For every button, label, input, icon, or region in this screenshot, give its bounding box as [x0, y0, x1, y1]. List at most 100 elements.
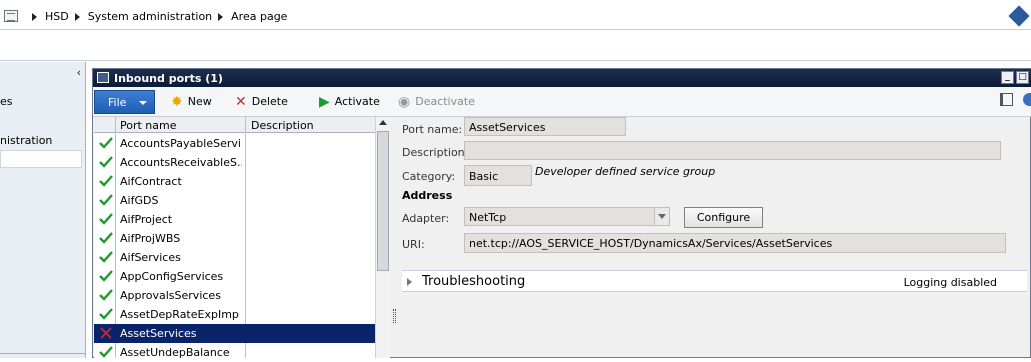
- form-titlebar: Inbound ports (1) _ □: [93, 69, 1031, 87]
- command-strip: [0, 30, 1031, 61]
- table-row[interactable]: AifGDS: [94, 191, 375, 210]
- grid-scrollbar[interactable]: [375, 117, 390, 358]
- menu-icon[interactable]: [4, 10, 18, 22]
- divider: [0, 353, 86, 354]
- breadcrumb-item-company[interactable]: HSD: [45, 10, 69, 23]
- table-row[interactable]: ApprovalsServices: [94, 286, 375, 305]
- category-field[interactable]: Basic: [464, 165, 532, 186]
- delete-x-icon: ✕: [235, 93, 247, 110]
- check-icon: [99, 193, 113, 207]
- chevron-right-icon: [218, 12, 224, 21]
- table-row[interactable]: AccountsPayableServi...: [94, 134, 375, 153]
- check-icon: [99, 307, 113, 321]
- table-row[interactable]: AppConfigServices: [94, 267, 375, 286]
- form-title: Inbound ports (1): [114, 72, 223, 85]
- chevron-down-icon: [139, 101, 147, 105]
- activate-button-label: Activate: [334, 95, 380, 108]
- uri-field[interactable]: net.tcp://AOS_SERVICE_HOST/DynamicsAx/Se…: [464, 233, 1006, 253]
- address-group-title: Address: [402, 189, 453, 202]
- new-button[interactable]: ✸ New: [171, 93, 212, 110]
- table-row[interactable]: AssetUndepBalance: [94, 343, 375, 362]
- breadcrumb-item-page[interactable]: Area page: [231, 10, 287, 23]
- scroll-up-icon[interactable]: [379, 120, 387, 125]
- inactive-x-icon: [99, 326, 113, 340]
- pane-splitter[interactable]: [393, 309, 396, 323]
- deactivate-icon: ◉: [398, 93, 411, 110]
- column-header-port-name[interactable]: Port name: [120, 119, 177, 132]
- fasttab-title: Troubleshooting: [422, 274, 526, 289]
- check-icon: [99, 345, 113, 359]
- port-name-label: Port name:: [402, 123, 463, 136]
- action-pane: File ✸ New ✕ Delete ▶ Activate ◉ Deactiv…: [93, 87, 1031, 117]
- new-button-label: New: [187, 95, 212, 108]
- nav-item-administration[interactable]: nistration: [0, 134, 52, 147]
- new-star-icon: ✸: [171, 93, 183, 110]
- layout-icon[interactable]: [1000, 93, 1013, 106]
- deactivate-button[interactable]: ◉ Deactivate: [398, 93, 475, 110]
- check-icon: [99, 288, 113, 302]
- adapter-value: NetTcp: [469, 211, 507, 224]
- table-row[interactable]: AifProjWBS: [94, 229, 375, 248]
- row-port-name: AifServices: [120, 251, 181, 264]
- column-header-description[interactable]: Description: [251, 119, 314, 132]
- check-icon: [99, 250, 113, 264]
- check-icon: [99, 174, 113, 188]
- table-row[interactable]: AifServices: [94, 248, 375, 267]
- deactivate-button-label: Deactivate: [415, 95, 475, 108]
- port-name-field[interactable]: AssetServices: [464, 117, 626, 136]
- adapter-select[interactable]: NetTcp: [464, 207, 670, 226]
- help-icon[interactable]: [1023, 93, 1031, 106]
- details-pane: Port name: AssetServices Description: Ca…: [397, 117, 1031, 358]
- address-bar: HSD System administration Area page: [0, 0, 1031, 30]
- row-port-name: AppConfigServices: [120, 270, 224, 283]
- chevron-down-icon[interactable]: [654, 208, 669, 225]
- file-button[interactable]: File: [94, 90, 155, 114]
- nav-item-partial[interactable]: es: [0, 95, 13, 108]
- category-note: Developer defined service group: [535, 165, 716, 178]
- delete-button-label: Delete: [251, 95, 288, 108]
- delete-button[interactable]: ✕ Delete: [235, 93, 288, 110]
- grid-header: Port name Description: [94, 117, 375, 133]
- chevron-right-icon: [74, 12, 80, 21]
- row-port-name: AifContract: [120, 175, 182, 188]
- collapse-pane-icon[interactable]: ‹: [77, 66, 81, 79]
- fasttab-summary: Logging disabled: [903, 276, 997, 289]
- breadcrumb: HSD System administration Area page: [26, 10, 287, 23]
- expand-icon[interactable]: [407, 278, 412, 286]
- check-icon: [99, 212, 113, 226]
- table-row[interactable]: AssetDepRateExpImp: [94, 305, 375, 324]
- table-row[interactable]: AifContract: [94, 172, 375, 191]
- minimize-button[interactable]: _: [1001, 71, 1014, 84]
- description-field[interactable]: [464, 141, 1001, 160]
- row-port-name: AssetDepRateExpImp: [120, 308, 239, 321]
- table-row[interactable]: AccountsReceivableS...: [94, 153, 375, 172]
- table-row[interactable]: AssetServices: [94, 324, 375, 343]
- category-label: Category:: [402, 170, 456, 183]
- scrollbar-thumb[interactable]: [377, 131, 389, 271]
- form-icon: [97, 72, 109, 83]
- maximize-button[interactable]: □: [1016, 71, 1029, 84]
- file-button-label: File: [108, 96, 127, 109]
- row-port-name: AccountsReceivableS...: [120, 156, 242, 169]
- uri-label: URI:: [402, 238, 425, 251]
- breadcrumb-item-module[interactable]: System administration: [88, 10, 212, 23]
- row-port-name: ApprovalsServices: [120, 289, 221, 302]
- description-label: Description:: [402, 146, 469, 159]
- inbound-ports-form: Inbound ports (1) _ □ File ✸ New ✕ Delet…: [92, 68, 1031, 359]
- navigation-pane: ‹ es nistration: [0, 62, 86, 358]
- activate-button[interactable]: ▶ Activate: [319, 93, 380, 110]
- configure-button[interactable]: Configure: [684, 207, 763, 228]
- chevron-right-icon: [32, 12, 37, 21]
- troubleshooting-fasttab[interactable]: Troubleshooting Logging disabled: [402, 270, 1027, 292]
- row-port-name: AifProjWBS: [120, 232, 181, 245]
- check-icon: [99, 231, 113, 245]
- check-icon: [99, 136, 113, 150]
- play-icon: ▶: [319, 93, 330, 110]
- row-port-name: AifProject: [120, 213, 173, 226]
- nav-item-selected[interactable]: [0, 150, 82, 168]
- check-icon: [99, 155, 113, 169]
- row-port-name: AssetServices: [120, 327, 197, 340]
- check-icon: [99, 269, 113, 283]
- row-port-name: AssetUndepBalance: [120, 346, 230, 359]
- table-row[interactable]: AifProject: [94, 210, 375, 229]
